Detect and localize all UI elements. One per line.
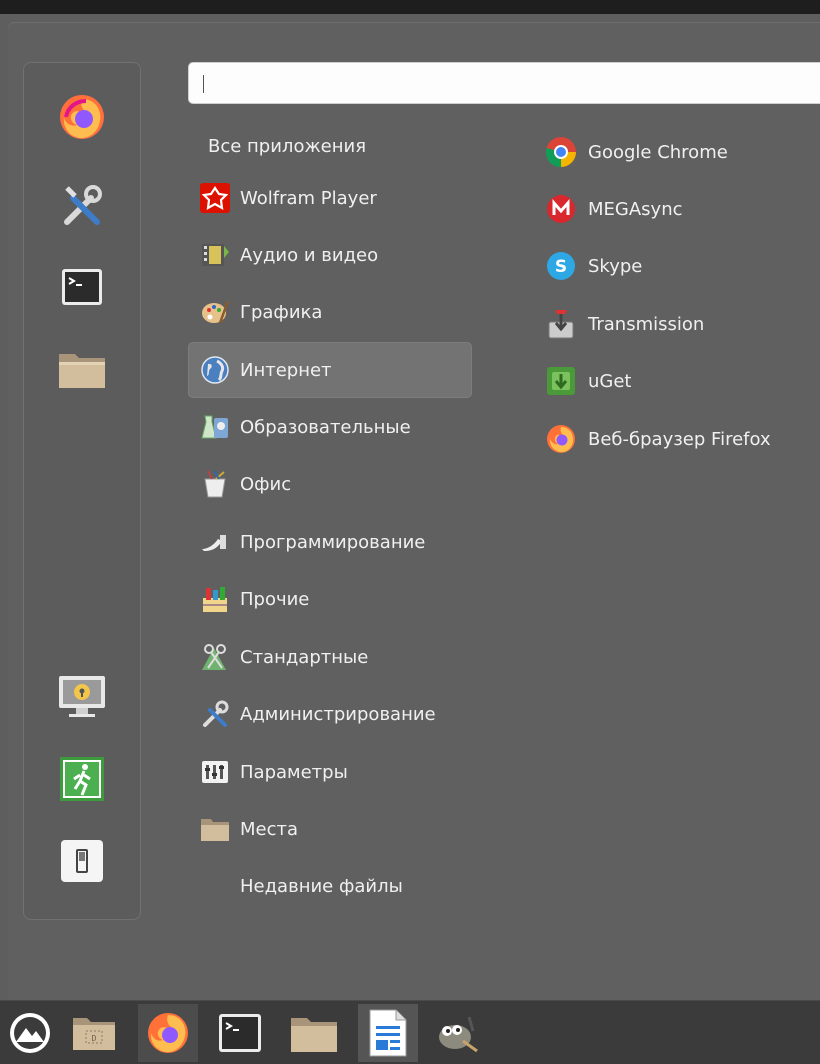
tools-icon: [57, 180, 107, 230]
folder-icon: [289, 1012, 339, 1054]
taskbar-firefox[interactable]: [138, 1004, 198, 1062]
top-dark-strip: [0, 0, 820, 14]
app-skype[interactable]: S Skype: [544, 241, 642, 291]
app-label: Transmission: [588, 313, 705, 335]
app-label: uGet: [588, 370, 632, 392]
power-icon: [59, 838, 105, 884]
app-label: Skype: [588, 255, 643, 277]
terminal-icon: [61, 266, 103, 308]
category-all-applications[interactable]: Все приложения: [188, 118, 472, 174]
other-icon: [198, 582, 232, 616]
category-label: Все приложения: [208, 135, 367, 157]
app-label: Google Chrome: [588, 141, 728, 163]
shutdown-button[interactable]: [24, 833, 140, 889]
terminal-icon: [218, 1012, 262, 1054]
app-label: MEGAsync: [588, 198, 683, 220]
category-label: Прочие: [240, 588, 310, 610]
favorite-settings[interactable]: [24, 177, 140, 233]
taskbar-files[interactable]: [284, 1004, 344, 1062]
category-accessories[interactable]: Стандартные: [188, 629, 472, 685]
category-label: Стандартные: [240, 646, 369, 668]
app-megasync[interactable]: MEGAsync: [544, 184, 683, 234]
lock-screen-icon: [56, 674, 108, 720]
menu-button[interactable]: [0, 1004, 60, 1062]
chrome-icon: [544, 135, 578, 169]
favorite-terminal[interactable]: [24, 259, 140, 315]
favorite-files[interactable]: [24, 341, 140, 397]
desktop-icon: D: [71, 1014, 117, 1052]
app-label: Веб-браузер Firefox: [588, 428, 771, 450]
folder-icon: [57, 348, 107, 390]
category-label: Wolfram Player: [240, 187, 377, 209]
category-label: Недавние файлы: [240, 875, 403, 897]
category-label: Места: [240, 818, 299, 840]
category-preferences[interactable]: Параметры: [188, 744, 472, 800]
search-input[interactable]: [207, 71, 811, 97]
category-label: Программирование: [240, 531, 426, 553]
svg-text:S: S: [555, 257, 567, 277]
mega-icon: [544, 192, 578, 226]
writer-icon: [368, 1008, 408, 1058]
uget-icon: [544, 364, 578, 398]
favorites-panel: [23, 62, 141, 920]
favorite-firefox[interactable]: [24, 89, 140, 145]
app-firefox[interactable]: Веб-браузер Firefox: [544, 414, 771, 464]
category-label: Графика: [240, 301, 323, 323]
folder-icon: [198, 812, 232, 846]
globe-icon: [198, 353, 232, 387]
taskbar: D: [0, 1000, 820, 1064]
app-google-chrome[interactable]: Google Chrome: [544, 127, 728, 177]
gimp-icon: [433, 1011, 483, 1055]
text-cursor: [203, 75, 204, 93]
wolfram-icon: [198, 181, 232, 215]
category-recent-files[interactable]: Недавние файлы: [188, 858, 472, 914]
palette-icon: [198, 295, 232, 329]
accessories-icon: [198, 640, 232, 674]
taskbar-writer[interactable]: [358, 1004, 418, 1062]
firefox-icon: [544, 422, 578, 456]
category-programming[interactable]: Программирование: [188, 514, 472, 570]
empty-icon-slot: [198, 869, 232, 903]
lock-screen-button[interactable]: [24, 669, 140, 725]
exit-icon: [58, 755, 106, 803]
transmission-icon: [544, 307, 578, 341]
firefox-icon: [56, 91, 108, 143]
category-office[interactable]: Офис: [188, 456, 472, 512]
category-audio-video[interactable]: Аудио и видео: [188, 227, 472, 283]
preferences-icon: [198, 755, 232, 789]
firefox-icon: [144, 1009, 192, 1057]
category-administration[interactable]: Администрирование: [188, 686, 472, 742]
logout-button[interactable]: [24, 751, 140, 807]
office-icon: [198, 467, 232, 501]
admin-icon: [198, 697, 232, 731]
category-label: Администрирование: [240, 703, 436, 725]
app-uget[interactable]: uGet: [544, 356, 632, 406]
category-internet[interactable]: Интернет: [188, 342, 472, 398]
skype-icon: S: [544, 249, 578, 283]
category-other[interactable]: Прочие: [188, 571, 472, 627]
cinnamon-menu-icon: [7, 1010, 53, 1056]
category-label: Аудио и видео: [240, 244, 379, 266]
category-graphics[interactable]: Графика: [188, 284, 472, 340]
show-desktop-button[interactable]: D: [64, 1004, 124, 1062]
search-box[interactable]: [188, 62, 820, 104]
category-education[interactable]: Образовательные: [188, 399, 472, 455]
category-label: Офис: [240, 473, 292, 495]
taskbar-terminal[interactable]: [210, 1004, 270, 1062]
category-label: Параметры: [240, 761, 348, 783]
programming-icon: [198, 525, 232, 559]
education-icon: [198, 410, 232, 444]
category-label: Образовательные: [240, 416, 411, 438]
category-wolfram-player[interactable]: Wolfram Player: [188, 170, 472, 226]
film-icon: [198, 238, 232, 272]
taskbar-gimp[interactable]: [428, 1004, 488, 1062]
category-places[interactable]: Места: [188, 801, 472, 857]
svg-text:D: D: [92, 1034, 97, 1043]
category-label: Интернет: [240, 359, 332, 381]
app-transmission[interactable]: Transmission: [544, 299, 704, 349]
